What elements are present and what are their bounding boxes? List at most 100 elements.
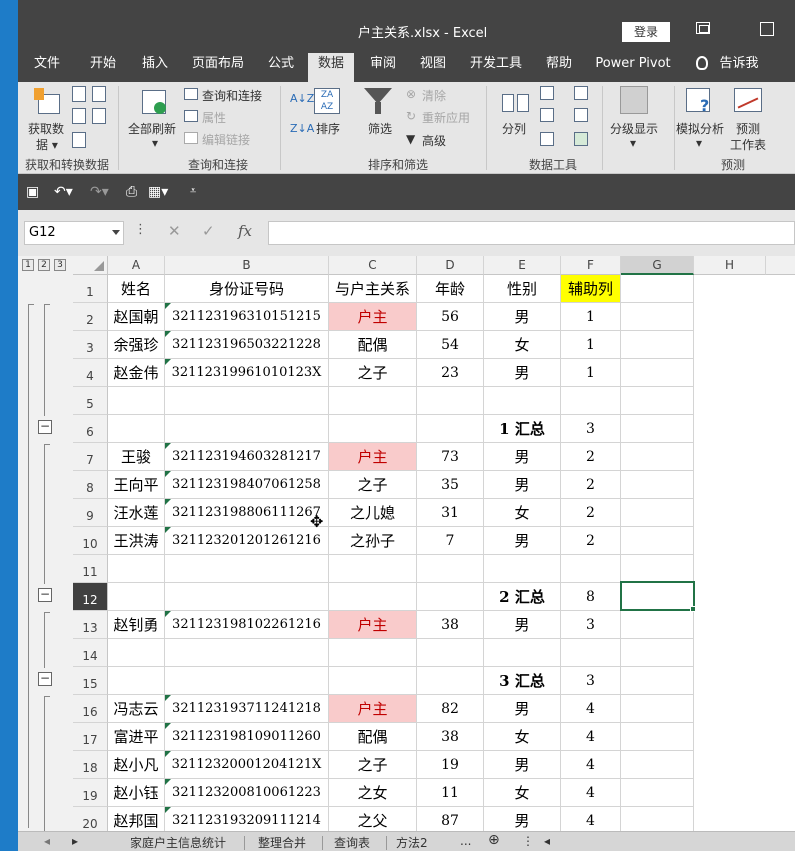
cell-aux[interactable]: 4 [561,751,621,779]
undo-icon[interactable]: ↶▾ [54,184,73,200]
row-header[interactable]: 5 [73,387,108,415]
row-header[interactable]: 8 [73,471,108,499]
cell-age[interactable]: 38 [417,611,484,639]
sheet-tab-household-stats[interactable]: 家庭户主信息统计 [130,834,226,851]
row-header[interactable]: 6 [73,415,108,443]
tab-review[interactable]: 审阅 [362,53,404,82]
refresh-dropdown-icon[interactable]: ▾ [152,136,158,150]
cell-name[interactable]: 赵小凡 [108,751,165,779]
cell[interactable] [621,359,694,387]
cell-name[interactable] [108,583,165,611]
row-header[interactable]: 1 [73,275,108,303]
cell-age[interactable] [417,667,484,695]
tab-developer[interactable]: 开发工具 [464,53,528,82]
cell-name[interactable]: 汪水莲 [108,499,165,527]
sort-az-icon[interactable]: A↓Z [290,92,314,105]
print-preview-icon[interactable]: ⎙ [126,184,137,200]
new-sheet-icon[interactable]: ⊕ [488,832,500,848]
cell-id[interactable]: 321123200810061223 [165,779,329,807]
row-header[interactable]: 11 [73,555,108,583]
cell-rel[interactable]: 之子 [329,359,417,387]
cell-rel[interactable] [329,639,417,667]
cell-id[interactable]: 321123198109011260 [165,723,329,751]
cell-sex[interactable]: 男 [484,611,561,639]
cell-age[interactable] [417,583,484,611]
existing-connections-icon[interactable] [92,108,108,124]
manage-data-model-icon[interactable] [574,132,588,146]
cell-sex[interactable]: 男 [484,443,561,471]
row-header[interactable]: 12 [73,583,108,611]
flash-fill-icon[interactable] [540,86,554,100]
cell-sex[interactable]: 2 汇总 [484,583,561,611]
cell-aux[interactable]: 4 [561,695,621,723]
cell-age[interactable]: 56 [417,303,484,331]
cell-name[interactable]: 赵小钰 [108,779,165,807]
cell-sex[interactable]: 男 [484,695,561,723]
column-header-d[interactable]: D [417,256,484,275]
cell[interactable] [621,695,694,723]
cell-rel[interactable] [329,667,417,695]
cell-age[interactable]: 19 [417,751,484,779]
cell[interactable] [621,751,694,779]
cell-sex[interactable] [484,555,561,583]
from-table-icon[interactable] [72,132,88,148]
cell-sex[interactable]: 3 汇总 [484,667,561,695]
tab-data[interactable]: 数据 [308,53,354,82]
cell-age[interactable] [417,639,484,667]
cell-name[interactable] [108,387,165,415]
properties-button[interactable]: 属性 [202,109,226,126]
what-if-analysis-button[interactable]: 模拟分析 [676,120,724,137]
cell-name[interactable]: 冯志云 [108,695,165,723]
cell-sex[interactable]: 男 [484,807,561,831]
outline-level-2-button[interactable]: 2 [38,259,50,271]
cell-aux[interactable] [561,387,621,415]
cell-sex[interactable]: 男 [484,303,561,331]
collapse-group-3-button[interactable]: − [38,672,52,686]
forecast-sheet-button[interactable]: 预测 [736,120,760,137]
queries-connections-button[interactable]: 查询和连接 [202,87,262,104]
cell-aux[interactable]: 4 [561,807,621,831]
enter-entry-icon[interactable]: ✓ [202,222,215,240]
cell-aux[interactable]: 1 [561,331,621,359]
cell-id[interactable]: 321123198407061258 [165,471,329,499]
outline-dropdown-icon[interactable]: ▾ [630,136,636,150]
sheet-bar-splitter-icon[interactable]: ⋮ [522,834,534,848]
what-if-dropdown-icon[interactable]: ▾ [696,136,702,150]
cell-rel[interactable]: 户主 [329,443,417,471]
cell[interactable] [621,667,694,695]
cell-rel[interactable]: 户主 [329,695,417,723]
cell-name[interactable]: 余强珍 [108,331,165,359]
cell-name[interactable]: 王向平 [108,471,165,499]
cell[interactable] [621,331,694,359]
cell-id[interactable]: 321123196310151215 [165,303,329,331]
clear-button[interactable]: 清除 [422,87,446,104]
data-validation-icon[interactable] [540,132,554,146]
cell[interactable] [621,611,694,639]
collapse-group-2-button[interactable]: − [38,588,52,602]
cell-age[interactable]: 82 [417,695,484,723]
row-header[interactable]: 14 [73,639,108,667]
cell[interactable] [621,779,694,807]
ribbon-display-options-icon[interactable] [696,22,710,34]
name-box-dropdown-icon[interactable] [112,230,120,235]
cell-rel[interactable]: 之父 [329,807,417,831]
cell-name[interactable]: 赵钊勇 [108,611,165,639]
scroll-left-icon[interactable]: ◂ [544,834,550,848]
cell-aux[interactable]: 2 [561,499,621,527]
cell-age[interactable]: 35 [417,471,484,499]
row-header[interactable]: 17 [73,723,108,751]
from-text-icon[interactable] [72,86,88,102]
cell-rel[interactable]: 之子 [329,471,417,499]
cell-aux[interactable] [561,555,621,583]
cell-name[interactable] [108,555,165,583]
cell-age[interactable] [417,387,484,415]
row-header[interactable]: 3 [73,331,108,359]
cell-id[interactable] [165,667,329,695]
edit-links-button[interactable]: 编辑链接 [202,131,250,148]
cell-sex[interactable]: 女 [484,499,561,527]
header-cell-relation[interactable]: 与户主关系 [329,275,417,303]
cell-name[interactable] [108,415,165,443]
redo-icon[interactable]: ↷▾ [90,184,109,200]
cell-rel[interactable]: 户主 [329,303,417,331]
cell-id[interactable]: 32112319961010123X [165,359,329,387]
